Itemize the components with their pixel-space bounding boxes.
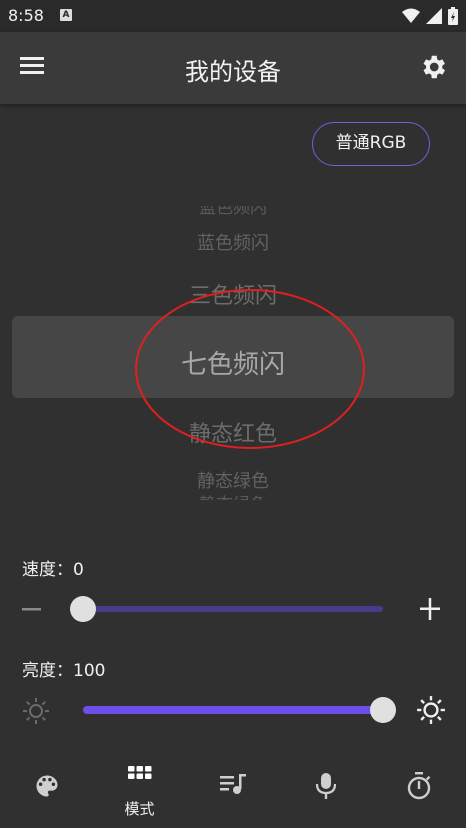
speed-slider-thumb[interactable] [70,596,96,622]
speed-decrease-button[interactable] [22,597,42,625]
picker-item[interactable]: 蓝色频闪 [0,229,466,255]
palette-icon [36,775,58,797]
status-time: 8:58 [8,6,44,25]
page-title: 我的设备 [185,58,281,86]
wifi-icon [402,8,420,23]
signal-icon [426,8,442,24]
status-icons [402,7,458,25]
app-bar: 我的设备 [0,32,466,104]
nav-label-mode: 模式 [124,800,155,818]
brightness-slider-fill [83,706,383,714]
picker-item[interactable]: 静态绿色 [0,490,466,500]
plus-icon [420,598,440,620]
battery-icon [448,7,458,25]
brightness-high-icon [417,696,445,724]
speed-increase-button[interactable] [420,598,440,624]
speed-slider[interactable] [70,596,383,622]
grid-icon [128,766,152,779]
status-bar: 8:58 A [0,0,466,32]
nav-item-palette[interactable] [0,750,93,828]
nav-item-mode[interactable]: 模式 [93,750,186,828]
speed-label: 速度：0 [22,555,84,580]
nav-item-microphone[interactable] [279,750,372,828]
microphone-icon [315,773,337,799]
bottom-navigation: 模式 [0,750,466,828]
nav-item-timer[interactable] [372,750,465,828]
brightness-label: 亮度：100 [22,656,105,681]
brightness-slider-thumb[interactable] [370,697,396,723]
brightness-decrease-button[interactable] [22,697,50,729]
minus-icon [22,608,41,611]
timer-icon [407,772,431,800]
notification-badge: A [60,9,72,21]
brightness-value: 100 [73,661,106,681]
annotation-ellipse [135,289,365,449]
brightness-label-text: 亮度： [22,661,73,681]
settings-button[interactable] [418,52,450,84]
nav-item-music[interactable] [186,750,279,828]
gear-icon [423,55,445,79]
speed-value: 0 [73,560,84,580]
speed-label-text: 速度： [22,560,73,580]
brightness-low-icon [23,698,49,724]
brightness-slider[interactable] [83,697,396,723]
brightness-increase-button[interactable] [416,695,446,729]
rgb-mode-button[interactable]: 普通RGB [312,122,430,166]
speed-slider-track [83,606,383,612]
playlist-music-icon [220,774,246,794]
picker-item[interactable]: 蓝色频闪 [0,206,466,220]
